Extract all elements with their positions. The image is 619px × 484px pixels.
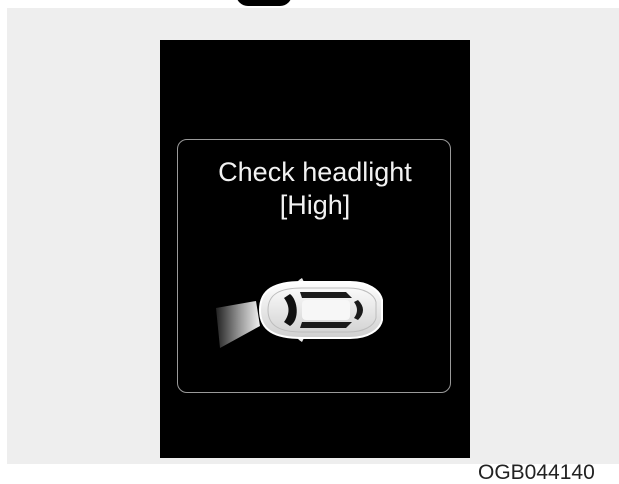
car-headlight-warning-icon xyxy=(216,278,383,348)
figure-code-label: OGB044140 xyxy=(478,461,595,484)
warning-message-title: Check headlight xyxy=(218,157,412,187)
cropped-title-glyph xyxy=(236,0,292,6)
top-strip xyxy=(0,0,619,8)
cluster-display: Check headlight [High] xyxy=(160,40,470,458)
warning-message-detail: [High] xyxy=(279,190,351,220)
